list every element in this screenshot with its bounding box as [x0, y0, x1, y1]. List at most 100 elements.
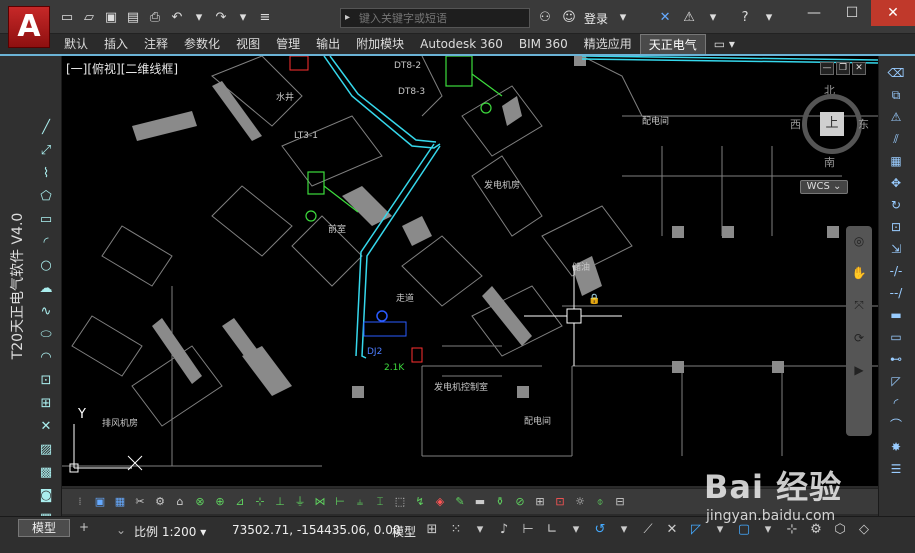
make-block-icon[interactable]: ⊞ [36, 394, 56, 413]
tab-annotate[interactable]: 注释 [136, 34, 176, 54]
close-icon[interactable]: ✕ [871, 0, 915, 26]
login-button[interactable]: 登录 [584, 10, 608, 27]
viewcube[interactable]: 北 西 东 上 南 WCS ⌄ [790, 84, 869, 194]
tab-manage[interactable]: 管理 [268, 34, 308, 54]
viewcube-top-face[interactable]: 上 [820, 112, 844, 136]
tab-featured-apps[interactable]: 精选应用 [576, 34, 640, 54]
viewport-close-icon[interactable]: ✕ [852, 62, 866, 75]
orbit-icon[interactable]: ⟳ [854, 331, 864, 345]
tab-output[interactable]: 输出 [308, 34, 348, 54]
login-dropdown-icon[interactable]: ▾ [614, 9, 632, 27]
material-icon[interactable]: ⊘ [512, 494, 528, 510]
ground-icon[interactable]: ⏚ [292, 494, 308, 510]
object-snap-tracking-icon[interactable]: ✕ [664, 521, 680, 539]
junction-icon[interactable]: ⋈ [312, 494, 328, 510]
blend-curves-icon[interactable]: ⌒ [885, 416, 907, 434]
wire-icon[interactable]: ⊢ [332, 494, 348, 510]
tab-addins[interactable]: 附加模块 [348, 34, 412, 54]
scale-icon[interactable]: ⊡ [885, 218, 907, 236]
autocad-app-menu-button[interactable]: A [8, 6, 50, 48]
annotation-scale-dropdown[interactable]: 比例 1:200 ▾ [134, 523, 206, 540]
object-snap-icon[interactable]: ◸ [688, 521, 704, 539]
a360-dropdown-icon[interactable]: ▾ [704, 9, 722, 27]
tab-bim-360[interactable]: BIM 360 [511, 34, 576, 54]
showmotion-icon[interactable]: ▶ [854, 363, 863, 377]
link-icon[interactable]: ⚙ [152, 494, 168, 510]
isometric-drafting-icon[interactable]: ⟋ [640, 521, 656, 539]
layout-icon[interactable]: ▣ [92, 494, 108, 510]
panel-icon[interactable]: ⊥ [272, 494, 288, 510]
tab-insert[interactable]: 插入 [96, 34, 136, 54]
explode-icon[interactable]: ✸ [885, 438, 907, 456]
redo-icon[interactable]: ↷ [212, 9, 230, 27]
properties-icon[interactable]: ☰ [885, 460, 907, 478]
stretch-icon[interactable]: ⇲ [885, 240, 907, 258]
snap-dropdown-icon[interactable]: ▾ [472, 521, 488, 539]
region-icon[interactable]: ◙ [36, 486, 56, 505]
cursor-coordinates[interactable]: 73502.71, -154435.06, 0.00 [232, 523, 400, 537]
grip-handle-icon[interactable]: ⁞ [72, 494, 88, 510]
polygon-icon[interactable]: ⬠ [36, 187, 56, 206]
viewport-minimize-icon[interactable]: — [820, 62, 834, 75]
array-icon[interactable]: ▦ [885, 152, 907, 170]
trim-icon[interactable]: -/- [885, 262, 907, 280]
mirror-icon[interactable]: ⚠ [885, 108, 907, 126]
dynamic-input-icon[interactable]: ⊢ [520, 521, 536, 539]
erase-icon[interactable]: ⌫ [885, 64, 907, 82]
offset-icon[interactable]: ⫽ [885, 130, 907, 148]
layout-scroll-icon[interactable]: ⌄ [116, 523, 126, 537]
cable-tray-icon[interactable]: ⌶ [372, 494, 388, 510]
drawing-canvas[interactable]: [一][俯视][二维线框] 排风机房 发电机房 发电机控制室 配电间 配电间 储… [62, 56, 878, 486]
redo-dropdown-icon[interactable]: ▾ [234, 9, 252, 27]
viewport-restore-icon[interactable]: ❐ [836, 62, 850, 75]
check-icon[interactable]: ⊟ [612, 494, 628, 510]
point-icon[interactable]: ✕ [36, 417, 56, 436]
move-icon[interactable]: ✥ [885, 174, 907, 192]
help-dropdown-icon[interactable]: ▾ [760, 9, 778, 27]
gradient-icon[interactable]: ▩ [36, 463, 56, 482]
join-icon[interactable]: ⊷ [885, 350, 907, 368]
print-icon[interactable]: ⎙ [146, 9, 164, 27]
multi-wire-icon[interactable]: ⫨ [352, 494, 368, 510]
save-as-icon[interactable]: ▤ [124, 9, 142, 27]
maximize-icon[interactable]: ☐ [833, 0, 871, 26]
circle-icon[interactable]: ○ [36, 256, 56, 275]
break-icon[interactable]: ▭ [885, 328, 907, 346]
copy-icon[interactable]: ⧉ [885, 86, 907, 104]
house-icon[interactable]: ⌂ [172, 494, 188, 510]
save-icon[interactable]: ▣ [102, 9, 120, 27]
fillet-icon[interactable]: ◜ [885, 394, 907, 412]
construction-line-icon[interactable]: ⤢ [36, 141, 56, 160]
binoculars-icon[interactable]: ⚇ [536, 9, 554, 27]
revision-cloud-icon[interactable]: ☁ [36, 279, 56, 298]
statistics-icon[interactable]: ⊞ [532, 494, 548, 510]
new-file-icon[interactable]: ▭ [58, 9, 76, 27]
tab-view[interactable]: 视图 [228, 34, 268, 54]
device-browse-icon[interactable]: ▦ [112, 494, 128, 510]
isolate-objects-icon[interactable]: ◇ [856, 521, 872, 539]
customize-qat-icon[interactable]: ≡ [256, 9, 274, 27]
polar-dropdown-icon[interactable]: ▾ [616, 521, 632, 539]
grid-icon[interactable]: ⊞ [424, 521, 440, 539]
zoom-extents-icon[interactable]: ⤧ [854, 298, 864, 313]
ortho-dropdown-icon[interactable]: ▾ [568, 521, 584, 539]
tab-parametric[interactable]: 参数化 [176, 34, 228, 54]
undo-icon[interactable]: ↶ [168, 9, 186, 27]
search-input[interactable] [341, 9, 529, 27]
exchange-icon[interactable]: ✕ [656, 9, 674, 27]
tab-autodesk-360[interactable]: Autodesk 360 [412, 34, 511, 54]
equipment-table-icon[interactable]: ⚱ [492, 494, 508, 510]
annotate-icon[interactable]: ✎ [452, 494, 468, 510]
mark-icon[interactable]: ◈ [432, 494, 448, 510]
compass-west[interactable]: 西 [790, 116, 801, 132]
snap-icon[interactable]: ⁙ [448, 521, 464, 539]
ellipse-arc-icon[interactable]: ◠ [36, 348, 56, 367]
hatch-icon[interactable]: ▨ [36, 440, 56, 459]
arc-icon[interactable]: ◜ [36, 233, 56, 252]
minimize-icon[interactable]: — [795, 0, 833, 26]
model-layout-tab[interactable]: 模型 [18, 519, 70, 537]
ribbon-minimize-icon[interactable]: ▭ ▾ [706, 34, 743, 54]
undo-dropdown-icon[interactable]: ▾ [190, 9, 208, 27]
polyline-icon[interactable]: ⌇ [36, 164, 56, 183]
tab-tangent-electric[interactable]: 天正电气 [639, 34, 706, 54]
